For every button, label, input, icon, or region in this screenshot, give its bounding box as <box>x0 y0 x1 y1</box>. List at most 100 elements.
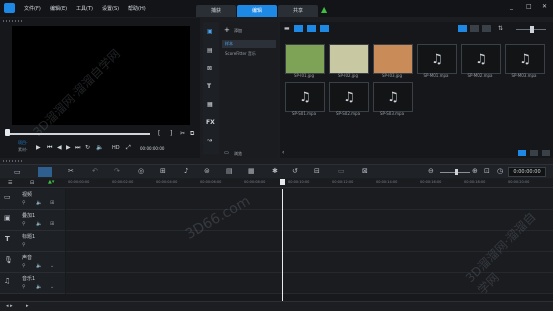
browse-label[interactable]: 浏览 <box>234 151 242 157</box>
split-icon[interactable]: ✂ <box>180 130 185 138</box>
folder-icon[interactable]: ▬ <box>284 25 290 32</box>
home-icon[interactable]: ⏮ <box>47 144 52 152</box>
end-icon[interactable]: ⏭ <box>75 144 80 152</box>
filter-video-icon[interactable] <box>293 25 303 32</box>
transition-icon[interactable]: ⊠ <box>207 65 212 73</box>
edit-icon[interactable] <box>542 150 550 156</box>
repeat-icon[interactable]: ↻ <box>85 144 90 152</box>
mark-in-icon[interactable]: [ <box>158 130 160 138</box>
path-icon[interactable]: ↝ <box>207 137 212 145</box>
folder-sample[interactable]: 样本 <box>222 40 276 48</box>
track-lane-music[interactable] <box>66 273 553 294</box>
track-lane-video[interactable] <box>66 189 553 210</box>
menu-settings[interactable]: 设置(S) <box>102 5 119 12</box>
undo-icon[interactable]: ↶ <box>92 167 98 175</box>
player-timecode[interactable]: 00:00:00:00 <box>140 146 164 151</box>
project-mode[interactable]: 项目- <box>18 140 27 146</box>
sort-icon[interactable]: ⇅ <box>498 25 503 32</box>
hd-toggle[interactable]: HD <box>112 145 120 151</box>
play-icon[interactable]: ▶ <box>36 144 41 152</box>
ripple-icon[interactable]: ▲▾ <box>48 179 54 185</box>
track-lane-overlay[interactable] <box>66 210 553 231</box>
add-folder-icon[interactable]: + <box>224 26 230 34</box>
filter-fx-icon[interactable]: FX <box>206 119 215 127</box>
track-lock-icon[interactable]: ⚲ <box>22 221 26 227</box>
list-view-icon[interactable] <box>458 25 467 32</box>
folder-scorefitter[interactable]: ScoreFitter 音乐 <box>222 50 276 58</box>
track-expand-icon[interactable]: ⌄ <box>50 284 54 290</box>
copy-icon[interactable]: ⧉ <box>190 130 194 138</box>
split-screen-icon[interactable]: ▭ <box>338 167 345 175</box>
media-thumb-9[interactable]: ♫ <box>373 82 413 112</box>
menu-edit[interactable]: 编辑(E) <box>50 5 67 12</box>
track-manager-icon[interactable]: ✂ <box>68 167 74 175</box>
minimize-button[interactable]: _ <box>510 3 513 10</box>
mask-icon[interactable]: ⊟ <box>314 167 320 175</box>
browse-icon[interactable]: ▭ <box>224 150 229 156</box>
track-lane-voice[interactable] <box>66 252 553 273</box>
detail-view-icon[interactable] <box>482 25 491 32</box>
mark-out-icon[interactable]: ] <box>170 130 172 138</box>
timeline-view-icon[interactable] <box>38 167 52 177</box>
zoom-out-icon[interactable]: ⊖ <box>428 167 434 175</box>
timeline-timecode[interactable]: 0:00:00:00 <box>508 167 546 177</box>
tab-edit[interactable]: 编辑 <box>237 5 277 17</box>
track-lock-icon[interactable]: ⚲ <box>22 200 26 206</box>
fit-icon[interactable]: ⊡ <box>484 167 490 175</box>
track-mute-icon[interactable]: 🔈 <box>36 200 42 206</box>
media-thumb-2[interactable] <box>329 44 369 74</box>
track-mute-icon[interactable]: 🔈 <box>36 284 42 290</box>
options-icon[interactable] <box>518 150 526 156</box>
title-icon[interactable]: T <box>207 83 211 91</box>
storyboard-view-icon[interactable]: ▭ <box>14 168 21 176</box>
mix-icon[interactable]: ⊞ <box>160 167 166 175</box>
zoom-handle[interactable] <box>455 169 458 175</box>
media-thumb-3[interactable] <box>373 44 413 74</box>
track-mute-icon[interactable]: 🔈 <box>36 263 42 269</box>
speed-icon[interactable]: ↺ <box>292 167 298 175</box>
show-all-tracks-icon[interactable]: ☰ <box>8 180 12 186</box>
media-thumb-6[interactable]: ♫ <box>505 44 545 74</box>
volume-icon[interactable]: 🔈 <box>96 144 103 152</box>
settings-icon[interactable] <box>530 150 538 156</box>
track-lock-icon[interactable]: ⚲ <box>22 284 26 290</box>
collapse-arrow-icon[interactable]: ‹ <box>282 149 284 156</box>
upload-arrow-icon[interactable]: ▲ <box>321 5 327 14</box>
media-thumb-4[interactable]: ♫ <box>417 44 457 74</box>
media-thumb-1[interactable] <box>285 44 325 74</box>
track-grid-icon[interactable]: ⊞ <box>50 200 54 206</box>
media-icon[interactable]: ▣ <box>207 28 213 36</box>
add-folder-label[interactable]: 添加 <box>234 28 242 34</box>
next-frame-icon[interactable]: ▶ <box>66 144 71 152</box>
clock-icon[interactable]: ◷ <box>497 167 503 175</box>
menu-help[interactable]: 帮助(H) <box>128 5 146 12</box>
filter-image-icon[interactable] <box>306 25 316 32</box>
maximize-button[interactable]: □ <box>526 3 532 10</box>
track-lock-icon[interactable]: ⚲ <box>22 263 26 269</box>
instant-project-icon[interactable]: ▤ <box>207 47 213 55</box>
menu-tools[interactable]: 工具(T) <box>76 5 93 12</box>
menu-file[interactable]: 文件(F) <box>24 5 41 12</box>
media-thumb-7[interactable]: ♫ <box>285 82 325 112</box>
thumb-size-handle[interactable] <box>530 26 534 33</box>
clip-mode[interactable]: 素材- <box>18 147 27 153</box>
tab-share[interactable]: 共享 <box>278 5 318 17</box>
stop-motion-icon[interactable]: ✱ <box>272 167 278 175</box>
scroll-left-icon[interactable]: ◂ ▸ <box>6 303 13 309</box>
redo-icon[interactable]: ↷ <box>114 167 120 175</box>
multicam-icon[interactable]: ▦ <box>248 167 255 175</box>
motion-track-icon[interactable]: ⊜ <box>204 167 210 175</box>
filter-audio-icon[interactable] <box>319 25 329 32</box>
track-expand-icon[interactable]: ⌄ <box>50 263 54 269</box>
record-icon[interactable]: ◎ <box>138 167 144 175</box>
scrubber-handle[interactable] <box>5 129 10 136</box>
media-thumb-5[interactable]: ♫ <box>461 44 501 74</box>
track-lane-title[interactable] <box>66 231 553 252</box>
zoom-in-icon[interactable]: ⊕ <box>472 167 478 175</box>
media-thumb-8[interactable]: ♫ <box>329 82 369 112</box>
graphic-icon[interactable]: ▦ <box>207 101 213 109</box>
scroll-right-icon[interactable]: ▸ <box>26 303 29 309</box>
prev-frame-icon[interactable]: ◀ <box>57 144 62 152</box>
track-lock-icon[interactable]: ⚲ <box>22 242 26 248</box>
thumb-view-icon[interactable] <box>470 25 479 32</box>
